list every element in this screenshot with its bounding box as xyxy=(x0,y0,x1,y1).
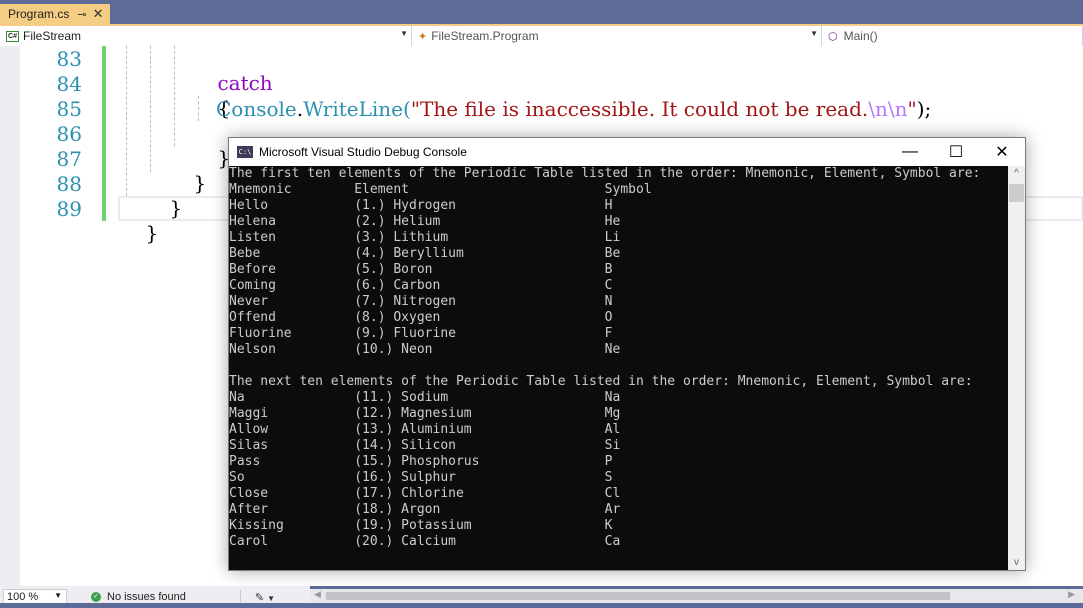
scroll-right-icon[interactable]: ▶ xyxy=(1068,589,1075,600)
string-literal: "The file is inaccessible. It could not … xyxy=(410,97,869,121)
divider xyxy=(239,590,241,604)
debug-console-window[interactable]: C:\ Microsoft Visual Studio Debug Consol… xyxy=(228,137,1026,571)
csharp-project-icon: C# xyxy=(6,30,19,42)
project-dropdown[interactable]: C# FileStream ▼ xyxy=(0,26,412,46)
console-line: The next ten elements of the Periodic Ta… xyxy=(229,374,973,389)
console-line: Close (17.) Chlorine Cl xyxy=(229,486,621,501)
console-line: Na (11.) Sodium Na xyxy=(229,390,621,405)
line-number-gutter: 83 84 85 86 87 88 89 xyxy=(20,46,100,586)
line-number: 87 xyxy=(56,147,82,171)
console-line: Helena (2.) Helium He xyxy=(229,214,621,229)
console-line: Hello (1.) Hydrogen H xyxy=(229,198,613,213)
check-circle-icon: ✓ xyxy=(91,592,101,602)
issues-label: No issues found xyxy=(107,591,186,603)
console-line: Kissing (19.) Potassium K xyxy=(229,518,613,533)
console-line: After (18.) Argon Ar xyxy=(229,502,621,517)
document-tab-strip: Program.cs ⊸ ✕ xyxy=(0,0,1083,24)
writeline-method: WriteLine( xyxy=(303,97,411,121)
line-number: 84 xyxy=(56,72,82,96)
member-dropdown[interactable]: ⬡ Main() xyxy=(822,26,1083,46)
class-label: FileStream.Program xyxy=(431,29,539,43)
class-dropdown[interactable]: ✦ FileStream.Program ▼ xyxy=(412,26,822,46)
code-cleanup-button[interactable]: ✎ ▼ xyxy=(255,591,275,604)
console-line: Before (5.) Boron B xyxy=(229,262,613,277)
code-line-89: } xyxy=(120,197,158,269)
scroll-down-icon[interactable]: v xyxy=(1008,557,1025,568)
indent-guide xyxy=(150,46,151,172)
scrollbar-thumb[interactable] xyxy=(326,592,950,600)
window-bottom-border xyxy=(0,603,1083,608)
line-number: 88 xyxy=(56,172,82,196)
scroll-left-icon[interactable]: ◀ xyxy=(314,589,321,600)
chevron-down-icon: ▼ xyxy=(400,29,408,38)
method-icon: ⬡ xyxy=(828,30,838,43)
console-vertical-scrollbar[interactable]: ^ v xyxy=(1008,166,1025,570)
member-label: Main() xyxy=(843,29,878,43)
issues-indicator[interactable]: ✓ No issues found xyxy=(91,591,186,603)
console-type: Console xyxy=(216,97,297,121)
tab-program-cs[interactable]: Program.cs ⊸ ✕ xyxy=(0,4,110,24)
line-number: 86 xyxy=(56,122,82,146)
tab-label: Program.cs xyxy=(8,7,70,21)
minimize-button[interactable]: — xyxy=(887,138,933,166)
console-line: Maggi (12.) Magnesium Mg xyxy=(229,406,621,421)
scrollbar-thumb[interactable] xyxy=(1009,184,1024,202)
chevron-down-icon: ▼ xyxy=(267,593,276,603)
console-line: Fluorine (9.) Fluorine F xyxy=(229,326,613,341)
close-brace: } xyxy=(193,171,207,195)
escape-sequence: \n\n xyxy=(868,97,908,121)
indicator-margin xyxy=(0,46,20,586)
pin-icon[interactable]: ⊸ xyxy=(77,8,86,21)
close-button[interactable]: ✕ xyxy=(979,138,1025,166)
navigation-bar: C# FileStream ▼ ✦ FileStream.Program ▼ ⬡… xyxy=(0,24,1083,46)
console-line: Offend (8.) Oxygen O xyxy=(229,310,613,325)
console-line: Pass (15.) Phosphorus P xyxy=(229,454,613,469)
line-number: 83 xyxy=(56,47,82,71)
console-output: The first ten elements of the Periodic T… xyxy=(229,166,1009,570)
brush-icon: ✎ xyxy=(254,591,265,604)
statement-end: ); xyxy=(916,97,932,121)
console-titlebar[interactable]: C:\ Microsoft Visual Studio Debug Consol… xyxy=(229,138,1025,166)
console-app-icon: C:\ xyxy=(237,146,253,158)
console-line: So (16.) Sulphur S xyxy=(229,470,613,485)
console-title: Microsoft Visual Studio Debug Console xyxy=(259,145,467,159)
console-line: Listen (3.) Lithium Li xyxy=(229,230,621,245)
console-line: Never (7.) Nitrogen N xyxy=(229,294,613,309)
console-line: Carol (20.) Calcium Ca xyxy=(229,534,621,549)
chevron-down-icon: ▼ xyxy=(810,29,818,38)
console-line: Silas (14.) Silicon Si xyxy=(229,438,621,453)
close-brace: } xyxy=(169,196,183,220)
zoom-level: 100 % xyxy=(7,591,39,603)
console-line: The first ten elements of the Periodic T… xyxy=(229,166,981,181)
line-number: 89 xyxy=(56,197,82,221)
line-number: 85 xyxy=(56,97,82,121)
code-line-85: Console.WriteLine("The file is inaccessi… xyxy=(216,97,931,121)
editor-horizontal-scrollbar[interactable]: ◀ ▶ xyxy=(310,589,1083,603)
close-icon[interactable]: ✕ xyxy=(93,6,104,22)
change-tracking-bar xyxy=(102,46,106,221)
project-label: FileStream xyxy=(23,29,82,43)
console-line: Mnemonic Element Symbol xyxy=(229,182,652,197)
chevron-down-icon: ▼ xyxy=(54,591,62,600)
class-icon: ✦ xyxy=(418,30,428,43)
close-brace: } xyxy=(145,221,159,245)
maximize-button[interactable]: ☐ xyxy=(933,138,979,166)
scroll-up-icon[interactable]: ^ xyxy=(1008,168,1025,179)
console-line: Bebe (4.) Beryllium Be xyxy=(229,246,621,261)
console-line: Nelson (10.) Neon Ne xyxy=(229,342,621,357)
indent-guide xyxy=(126,46,127,196)
console-line: Coming (6.) Carbon C xyxy=(229,278,613,293)
indent-guide xyxy=(174,46,175,146)
string-end: " xyxy=(907,97,917,121)
console-line: Allow (13.) Aluminium Al xyxy=(229,422,621,437)
